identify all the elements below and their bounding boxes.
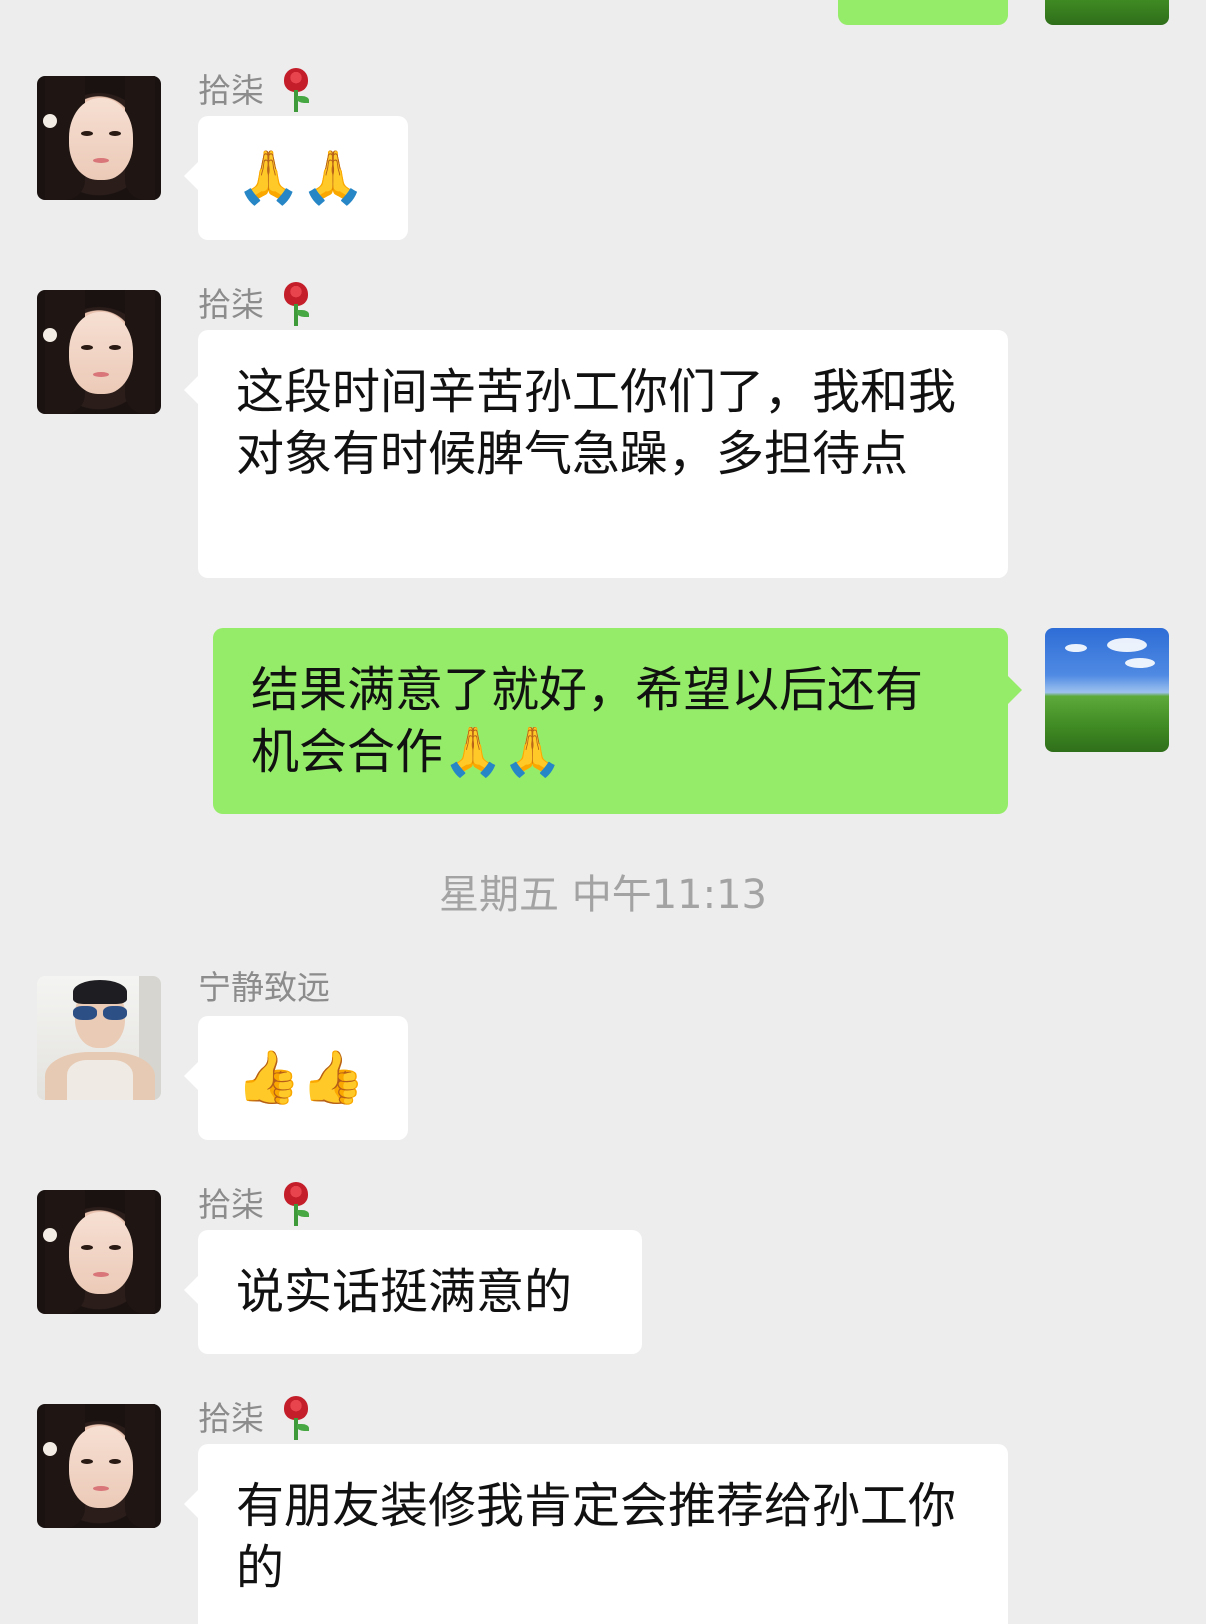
sender-name-text: 拾柒	[198, 285, 264, 324]
message-bubble[interactable]: 👍👍	[184, 1016, 408, 1140]
chat-timestamp: 星期五 中午11:13	[439, 872, 767, 918]
message-bubble[interactable]: 🙏🙏	[184, 116, 408, 240]
sender-name-text: 拾柒	[198, 1185, 264, 1224]
sender-name: 拾柒	[198, 68, 314, 114]
thumbs-up-emoji: 👍👍	[236, 1048, 366, 1108]
my-avatar[interactable]	[1045, 628, 1169, 752]
message-text: 结果满意了就好，希望以后还有机会合作🙏🙏	[251, 662, 924, 780]
avatar-shiqi[interactable]	[37, 290, 161, 414]
my-avatar-partial[interactable]	[1045, 0, 1169, 25]
sender-name-text: 拾柒	[198, 71, 264, 110]
avatar-shiqi[interactable]	[37, 1190, 161, 1314]
partial-outgoing-bubble[interactable]	[838, 0, 1008, 25]
avatar-shiqi[interactable]	[37, 76, 161, 200]
sender-name: 拾柒	[198, 282, 314, 328]
avatar-shiqi[interactable]	[37, 1404, 161, 1528]
rose-icon	[278, 1182, 314, 1228]
sender-name: 拾柒	[198, 1396, 314, 1442]
sender-name: 宁静致远	[198, 968, 330, 1008]
sender-name: 拾柒	[198, 1182, 314, 1228]
rose-icon	[278, 68, 314, 114]
sender-name-text: 宁静致远	[198, 968, 330, 1007]
message-bubble[interactable]: 说实话挺满意的	[184, 1230, 642, 1354]
message-bubble[interactable]: 这段时间辛苦孙工你们了，我和我对象有时候脾气急躁，多担待点	[184, 330, 1008, 578]
sender-name-text: 拾柒	[198, 1399, 264, 1438]
message-text: 这段时间辛苦孙工你们了，我和我对象有时候脾气急躁，多担待点	[236, 364, 957, 482]
rose-icon	[278, 282, 314, 328]
message-bubble[interactable]: 有朋友装修我肯定会推荐给孙工你的	[184, 1444, 1008, 1624]
outgoing-message-bubble[interactable]: 结果满意了就好，希望以后还有机会合作🙏🙏	[213, 628, 1022, 814]
message-text: 说实话挺满意的	[236, 1264, 573, 1320]
avatar-ningjingzhiyuan[interactable]	[37, 976, 161, 1100]
message-text: 有朋友装修我肯定会推荐给孙工你的	[236, 1478, 957, 1596]
folded-hands-emoji: 🙏🙏	[236, 148, 366, 208]
rose-icon	[278, 1396, 314, 1442]
